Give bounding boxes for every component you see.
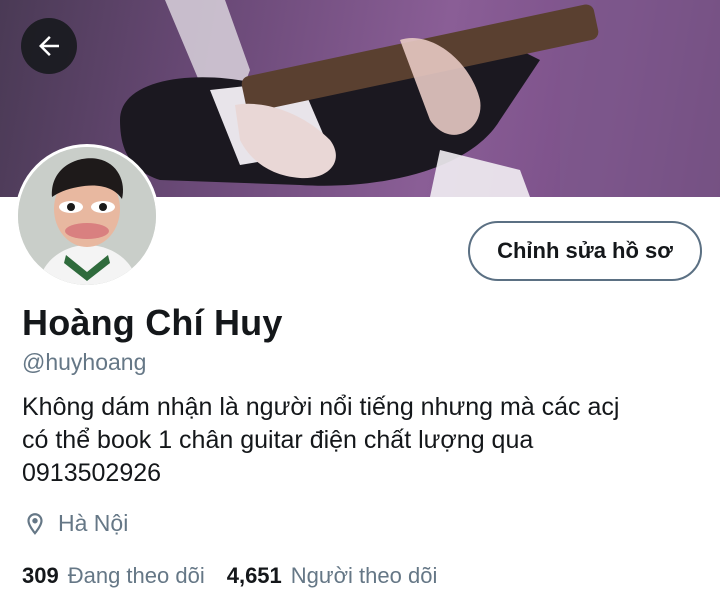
followers-label: Người theo dõi (290, 563, 438, 588)
arrow-left-icon (39, 36, 59, 56)
bio-line: Không dám nhận là người nổi tiếng nhưng … (22, 393, 620, 421)
avatar[interactable] (15, 144, 159, 288)
bio-line[interactable]: 0913502926 (22, 457, 702, 490)
edit-profile-label: Chỉnh sửa hồ sơ (497, 238, 673, 263)
avatar-image (18, 147, 156, 285)
edit-profile-button[interactable]: Chỉnh sửa hồ sơ (468, 221, 702, 281)
following-link[interactable]: 309 Đang theo dõi (22, 563, 205, 589)
profile-location: Hà Nội (22, 510, 128, 537)
profile-handle: @huyhoang (22, 349, 147, 375)
bio-line: có thể book 1 chân guitar điện chất lượn… (22, 426, 534, 454)
followers-link[interactable]: 4,651 Người theo dõi (227, 563, 438, 589)
following-count: 309 (22, 563, 59, 588)
back-button[interactable] (21, 18, 77, 74)
profile-name: Hoàng Chí Huy (22, 302, 283, 343)
profile-stats: 309 Đang theo dõi 4,651 Người theo dõi (22, 563, 459, 589)
profile-bio: Không dám nhận là người nổi tiếng nhưng … (22, 391, 702, 490)
map-pin-icon (27, 512, 43, 535)
following-label: Đang theo dõi (67, 563, 205, 588)
location-text: Hà Nội (58, 510, 129, 536)
followers-count: 4,651 (226, 563, 282, 588)
